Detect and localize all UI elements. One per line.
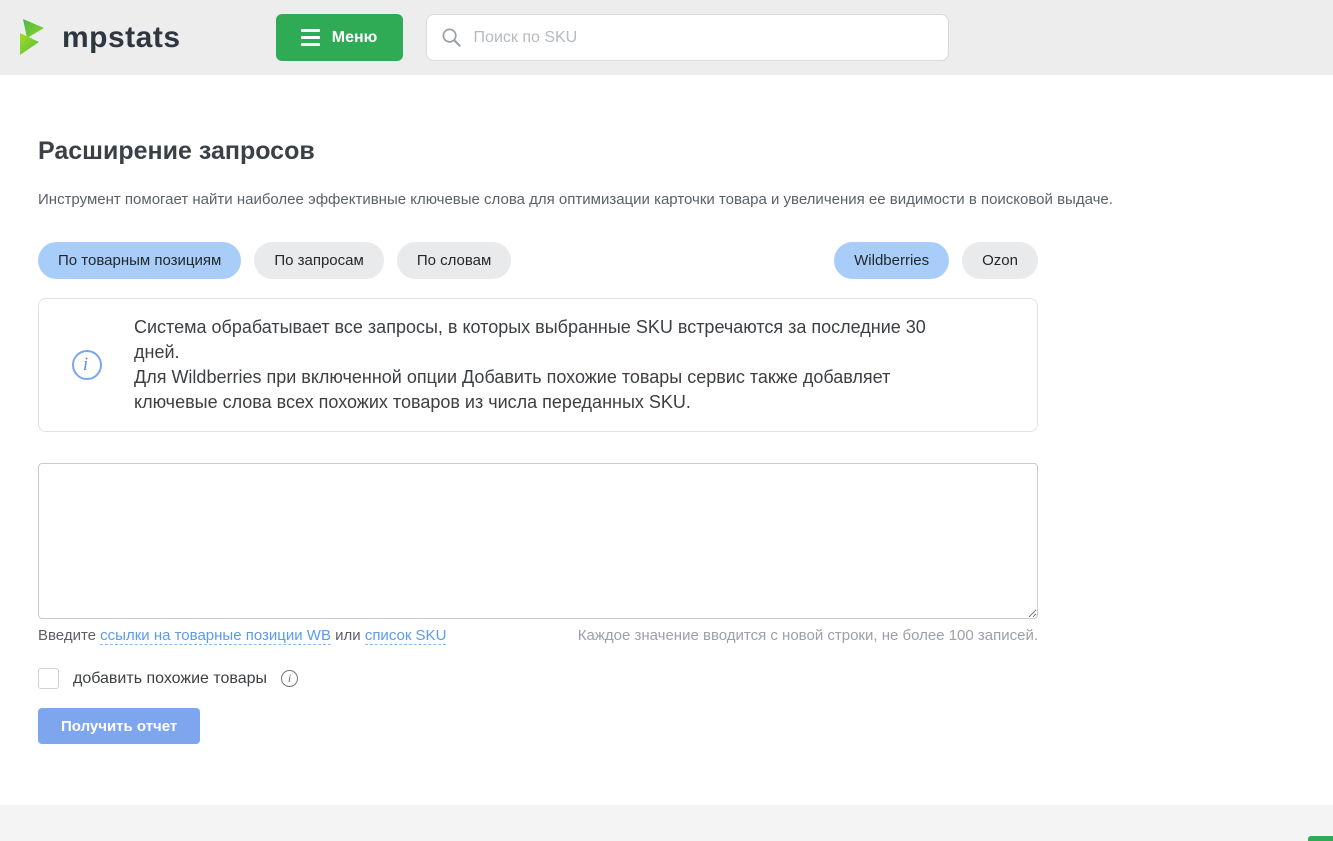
page-title: Расширение запросов bbox=[38, 137, 1295, 166]
hamburger-icon bbox=[301, 29, 320, 46]
info-icon-column: i bbox=[39, 350, 134, 380]
input-hint: Введите ссылки на товарные позиции WB ил… bbox=[38, 627, 446, 644]
menu-button-label: Меню bbox=[332, 29, 378, 47]
search-icon bbox=[441, 27, 462, 48]
tab-ozon[interactable]: Ozon bbox=[962, 242, 1038, 279]
info-banner-text: Система обрабатывает все запросы, в кото… bbox=[134, 315, 954, 415]
hint-middle: или bbox=[331, 627, 365, 644]
sku-list-textarea[interactable] bbox=[38, 463, 1038, 619]
menu-button[interactable]: Меню bbox=[276, 14, 403, 61]
chat-widget-button[interactable] bbox=[1308, 836, 1333, 841]
tab-by-queries[interactable]: По запросам bbox=[254, 242, 383, 279]
similar-products-info-icon[interactable]: i bbox=[281, 670, 298, 687]
info-line-2: Для Wildberries при включенной опции Доб… bbox=[134, 365, 954, 415]
sku-search-box bbox=[426, 14, 949, 61]
footer-strip bbox=[0, 805, 1333, 841]
info-icon: i bbox=[72, 350, 102, 380]
similar-products-label: добавить похожие товары bbox=[73, 670, 267, 688]
filters-row: По товарным позициям По запросам По слов… bbox=[38, 242, 1038, 279]
logo-text: mpstats bbox=[62, 21, 181, 55]
tab-by-words[interactable]: По словам bbox=[397, 242, 512, 279]
hint-row: Введите ссылки на товарные позиции WB ил… bbox=[38, 627, 1038, 644]
get-report-button[interactable]: Получить отчет bbox=[38, 708, 200, 744]
tab-wildberries[interactable]: Wildberries bbox=[834, 242, 949, 279]
search-input[interactable] bbox=[474, 29, 934, 47]
page-description: Инструмент помогает найти наиболее эффек… bbox=[38, 191, 1295, 208]
link-product-positions-wb[interactable]: ссылки на товарные позиции WB bbox=[100, 627, 331, 645]
link-sku-list[interactable]: список SKU bbox=[365, 627, 447, 645]
input-note: Каждое значение вводится с новой строки,… bbox=[578, 627, 1038, 644]
similar-products-checkbox[interactable] bbox=[38, 668, 59, 689]
hint-prefix: Введите bbox=[38, 627, 100, 644]
marketplace-tabs: Wildberries Ozon bbox=[834, 242, 1038, 279]
info-line-1: Система обрабатывает все запросы, в кото… bbox=[134, 315, 954, 365]
main-content: Расширение запросов Инструмент помогает … bbox=[0, 137, 1333, 744]
mpstats-logo-icon bbox=[14, 18, 52, 58]
mpstats-logo[interactable]: mpstats bbox=[14, 18, 181, 58]
mode-tabs: По товарным позициям По запросам По слов… bbox=[38, 242, 511, 279]
similar-products-row: добавить похожие товары i bbox=[38, 668, 1295, 689]
top-header: mpstats Меню bbox=[0, 0, 1333, 75]
tab-by-products[interactable]: По товарным позициям bbox=[38, 242, 241, 279]
info-banner: i Система обрабатывает все запросы, в ко… bbox=[38, 298, 1038, 432]
